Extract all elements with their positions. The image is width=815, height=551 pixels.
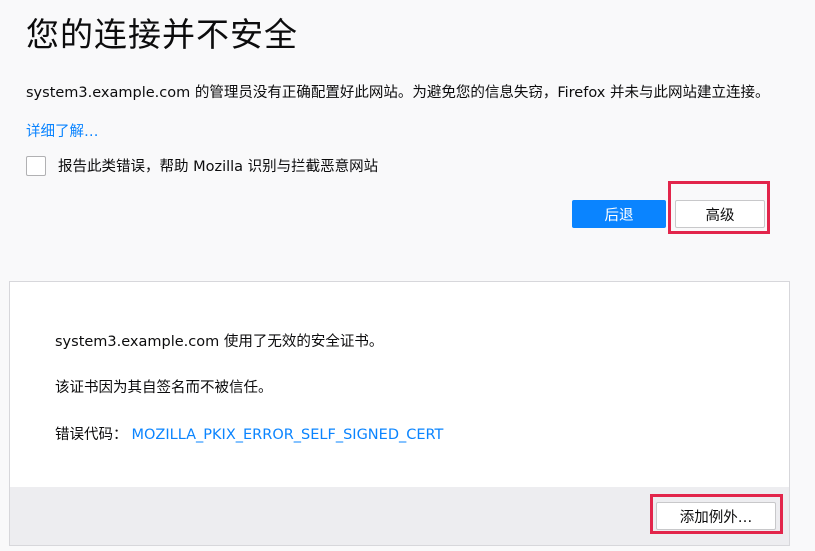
error-code-label: 错误代码：	[55, 427, 128, 443]
learn-more-link[interactable]: 详细了解…	[26, 120, 99, 141]
invalid-cert-text: system3.example.com 使用了无效的安全证书。	[55, 334, 384, 350]
page-title: 您的连接并不安全	[26, 15, 298, 54]
report-error-label[interactable]: 报告此类错误，帮助 Mozilla 识别与拦截恶意网站	[58, 155, 378, 176]
error-description: system3.example.com 的管理员没有正确配置好此网站。为避免您的…	[26, 85, 770, 101]
error-code-row: 错误代码： MOZILLA_PKIX_ERROR_SELF_SIGNED_CERT	[55, 423, 443, 444]
report-error-row: 报告此类错误，帮助 Mozilla 识别与拦截恶意网站	[26, 155, 378, 176]
report-error-checkbox[interactable]	[26, 155, 46, 176]
self-signed-text: 该证书因为其自签名而不被信任。	[55, 380, 273, 396]
back-button[interactable]: 后退	[572, 200, 666, 228]
add-exception-button[interactable]: 添加例外…	[656, 502, 776, 530]
error-code-link[interactable]: MOZILLA_PKIX_ERROR_SELF_SIGNED_CERT	[132, 427, 444, 443]
certificate-error-page: 您的连接并不安全 system3.example.com 的管理员没有正确配置好…	[0, 0, 815, 551]
advanced-button[interactable]: 高级	[675, 200, 765, 228]
